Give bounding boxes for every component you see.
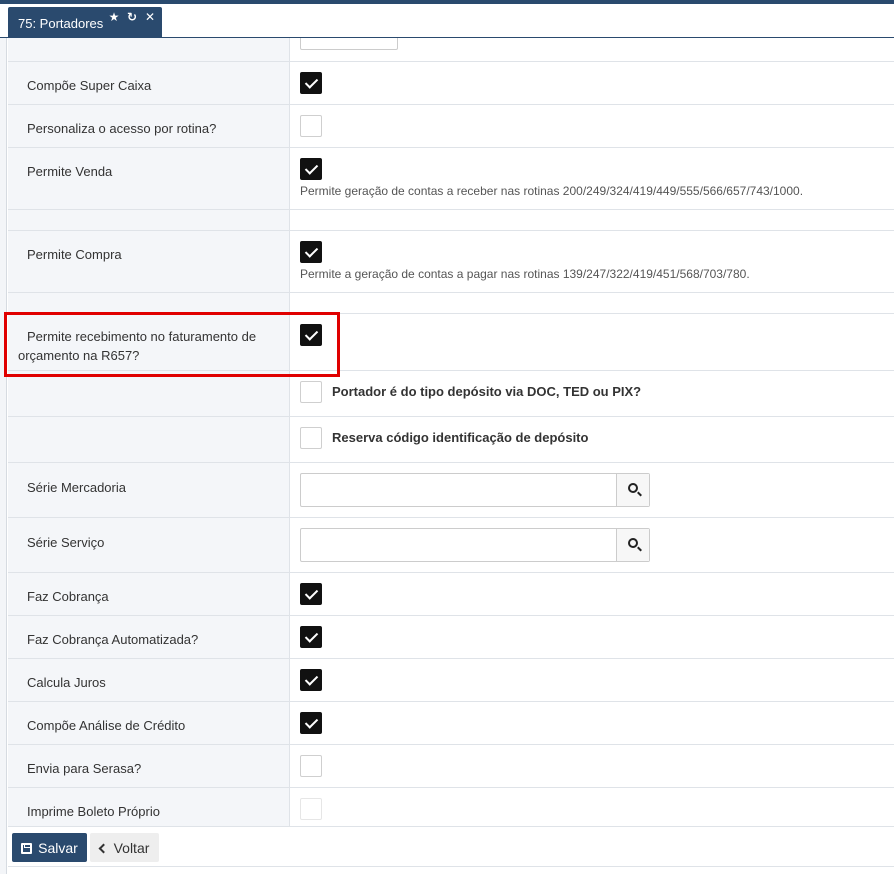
left-frame-edge bbox=[0, 38, 7, 874]
serie-servico-input[interactable] bbox=[301, 529, 617, 561]
permite-compra-help: Permite a geração de contas a pagar nas … bbox=[300, 267, 750, 281]
tab-bar: 75: Portadores ★ ↻ ✕ bbox=[0, 4, 894, 39]
form-row-partial bbox=[8, 38, 894, 62]
chevron-left-icon bbox=[98, 843, 109, 853]
permite-venda-help: Permite geração de contas a receber nas … bbox=[300, 184, 804, 198]
form-row-permite-compra: Permite Compra Permite a geração de cont… bbox=[8, 231, 894, 293]
form-row-personaliza-acesso: Personaliza o acesso por rotina? bbox=[8, 105, 894, 148]
floppy-disk-icon bbox=[21, 842, 33, 854]
imprime-boleto-checkbox[interactable] bbox=[300, 798, 322, 820]
field-label: Permite Compra bbox=[27, 247, 122, 262]
save-button[interactable]: Salvar bbox=[12, 833, 87, 862]
partial-input[interactable] bbox=[300, 38, 398, 50]
reserva-codigo-label: Reserva código identificação de depósito bbox=[332, 430, 589, 445]
form-row-calcula-juros: Calcula Juros bbox=[8, 659, 894, 702]
serie-mercadoria-search-button[interactable] bbox=[616, 474, 649, 506]
form-row-serie-servico: Série Serviço bbox=[8, 518, 894, 573]
refresh-icon[interactable]: ↻ bbox=[126, 11, 138, 23]
field-label: Compõe Análise de Crédito bbox=[27, 718, 186, 733]
close-icon[interactable]: ✕ bbox=[144, 11, 156, 23]
envia-serasa-checkbox[interactable] bbox=[300, 755, 322, 777]
field-label: Envia para Serasa? bbox=[27, 761, 142, 776]
highlight-annotation-box bbox=[4, 312, 340, 377]
form-row-spacer bbox=[8, 210, 894, 231]
search-icon bbox=[628, 483, 638, 493]
field-label: Série Mercadoria bbox=[27, 480, 126, 495]
tipo-deposito-label: Portador é do tipo depósito via DOC, TED… bbox=[332, 384, 642, 399]
tipo-deposito-checkbox[interactable] bbox=[300, 381, 322, 403]
permite-compra-checkbox[interactable] bbox=[300, 241, 322, 263]
form-row-compoe-super-caixa: Compõe Super Caixa bbox=[8, 62, 894, 105]
form-row-permite-venda: Permite Venda Permite geração de contas … bbox=[8, 148, 894, 210]
serie-servico-lookup bbox=[300, 528, 650, 562]
save-button-label: Salvar bbox=[38, 839, 78, 856]
serie-servico-search-button[interactable] bbox=[616, 529, 649, 561]
field-label: Faz Cobrança Automatizada? bbox=[27, 632, 199, 647]
field-label: Série Serviço bbox=[27, 535, 105, 550]
serie-mercadoria-input[interactable] bbox=[301, 474, 617, 506]
form-row-faz-cobranca-automatizada: Faz Cobrança Automatizada? bbox=[8, 616, 894, 659]
calcula-juros-checkbox[interactable] bbox=[300, 669, 322, 691]
field-label: Calcula Juros bbox=[27, 675, 106, 690]
personaliza-acesso-checkbox[interactable] bbox=[300, 115, 322, 137]
field-label: Faz Cobrança bbox=[27, 589, 109, 604]
field-label: Personaliza o acesso por rotina? bbox=[27, 121, 217, 136]
search-icon bbox=[628, 538, 638, 548]
form-row-faz-cobranca: Faz Cobrança bbox=[8, 573, 894, 616]
field-label: Compõe Super Caixa bbox=[27, 78, 152, 93]
form-row-envia-serasa: Envia para Serasa? bbox=[8, 745, 894, 788]
footer-bottom-border bbox=[8, 866, 894, 867]
form-row-compoe-analise-credito: Compõe Análise de Crédito bbox=[8, 702, 894, 745]
tab-portadores[interactable]: 75: Portadores ★ ↻ ✕ bbox=[8, 7, 162, 39]
compoe-super-caixa-checkbox[interactable] bbox=[300, 72, 322, 94]
form-row-serie-mercadoria: Série Mercadoria bbox=[8, 463, 894, 518]
serie-mercadoria-lookup bbox=[300, 473, 650, 507]
permite-venda-checkbox[interactable] bbox=[300, 158, 322, 180]
form-row-imprime-boleto: Imprime Boleto Próprio bbox=[8, 788, 894, 826]
field-label: Imprime Boleto Próprio bbox=[27, 804, 160, 819]
form-row-tipo-deposito: Portador é do tipo depósito via DOC, TED… bbox=[8, 371, 894, 417]
faz-cobranca-checkbox[interactable] bbox=[300, 583, 322, 605]
portador-form: Compõe Super Caixa Personaliza o acesso … bbox=[8, 38, 894, 826]
form-row-reserva-codigo: Reserva código identificação de depósito bbox=[8, 417, 894, 463]
tab-title: 75: Portadores bbox=[18, 16, 104, 31]
reserva-codigo-checkbox[interactable] bbox=[300, 427, 322, 449]
star-icon[interactable]: ★ bbox=[108, 11, 120, 23]
faz-cobranca-automatizada-checkbox[interactable] bbox=[300, 626, 322, 648]
back-button[interactable]: Voltar bbox=[90, 833, 159, 862]
field-label: Permite Venda bbox=[27, 164, 113, 179]
back-button-label: Voltar bbox=[113, 839, 150, 856]
compoe-analise-credito-checkbox[interactable] bbox=[300, 712, 322, 734]
form-row-spacer bbox=[8, 293, 894, 314]
